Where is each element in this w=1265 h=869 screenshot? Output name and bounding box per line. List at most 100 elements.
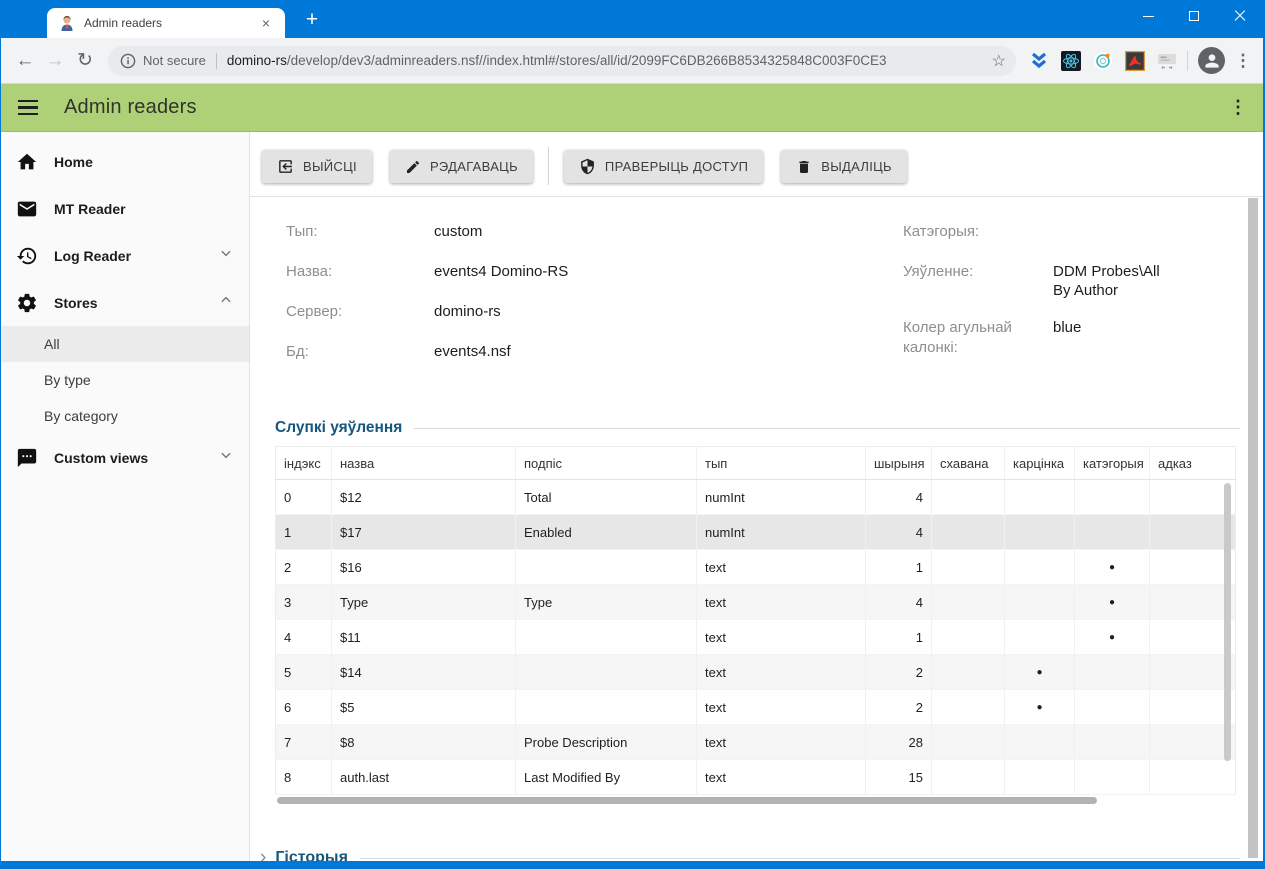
document-scroll-area: Тып: custom Назва: events4 Domino-RS Сер… (250, 197, 1265, 867)
info-icon[interactable] (120, 53, 136, 69)
reload-button[interactable]: ↻ (70, 46, 100, 76)
delete-button-label: ВЫДАЛІЦЬ (821, 159, 892, 174)
field-type: Тып: custom (286, 222, 868, 244)
sidebar-item-log-reader[interactable]: Log Reader (0, 232, 249, 279)
field-name: Назва: events4 Domino-RS (286, 262, 868, 284)
browser-tab[interactable]: Admin readers × (47, 8, 285, 38)
table-vertical-scrollbar[interactable] (1224, 483, 1231, 761)
url-path: /develop/dev3/adminreaders.nsf//index.ht… (286, 53, 887, 68)
table-row[interactable]: 3 Type Type text 4 ● (275, 584, 1236, 620)
maximize-button[interactable] (1171, 0, 1217, 32)
store-details: Тып: custom Назва: events4 Domino-RS Сер… (250, 222, 1265, 382)
col-header-index[interactable]: індэкс (275, 446, 332, 480)
section-divider (359, 857, 1240, 859)
table-row[interactable]: 0 $12 Total numInt 4 (275, 479, 1236, 515)
address-bar[interactable]: Not secure domino-rs/develop/dev3/adminr… (108, 45, 1016, 76)
table-horizontal-scrollbar[interactable] (275, 797, 1235, 805)
chevron-up-icon (219, 293, 233, 312)
sidebar-subitem-by-type[interactable]: By type (0, 362, 249, 398)
tab-title: Admin readers (84, 16, 163, 30)
browser-menu-icon[interactable]: ⋮ (1231, 51, 1255, 71)
table-row[interactable]: 4 $11 text 1 ● (275, 619, 1236, 655)
sidebar-item-label: Custom views (54, 449, 149, 466)
close-button[interactable] (1217, 0, 1263, 32)
sidebar-item-home[interactable]: Home (0, 138, 249, 185)
window-border (0, 861, 1265, 869)
table-row[interactable]: 6 $5 text 2 ● (275, 689, 1236, 725)
url-text[interactable]: domino-rs/develop/dev3/adminreaders.nsf/… (227, 53, 984, 68)
field-label: Бд: (286, 343, 309, 360)
table-row[interactable]: 2 $16 text 1 ● (275, 549, 1236, 585)
maximize-icon (1189, 11, 1199, 21)
extension-chevrons-icon[interactable] (1028, 50, 1049, 71)
mail-icon (15, 197, 39, 221)
page-vertical-scrollbar[interactable] (1248, 198, 1258, 858)
edit-button-label: РЭДАГАВАЦЬ (429, 159, 518, 174)
table-row[interactable]: 7 $8 Probe Description text 28 (275, 724, 1236, 760)
columns-section-title: Слупкі уяўлення (275, 419, 403, 436)
col-header-picture[interactable]: карцінка (1004, 446, 1075, 480)
field-label: Колер агульнай калонкі: (903, 319, 1012, 356)
table-row[interactable]: 5 $14 text 2 ● (275, 654, 1236, 690)
new-tab-button[interactable]: + (298, 7, 326, 35)
col-header-category[interactable]: катэгорыя (1074, 446, 1150, 480)
col-header-response[interactable]: адказ (1149, 446, 1236, 480)
check-access-button-label: ПРАВЕРЫЦЬ ДОСТУП (604, 159, 749, 174)
exit-button[interactable]: ВЫЙСЦІ (262, 150, 372, 183)
extension-orbit-icon[interactable] (1092, 50, 1113, 71)
field-shared-column-color: Колер агульнай калонкі: blue (903, 318, 1181, 358)
sidebar-item-mt-reader[interactable]: MT Reader (0, 185, 249, 232)
extension-disabled-icon[interactable] (1156, 50, 1177, 71)
bookmark-star-icon[interactable]: ☆ (992, 51, 1006, 71)
columns-table-wrapper: індэкс назва подпіс тып шырыня схавана к… (275, 446, 1236, 805)
delete-button[interactable]: ВЫДАЛІЦЬ (781, 150, 907, 183)
extension-acrobat-icon[interactable] (1124, 50, 1145, 71)
home-icon (15, 150, 39, 174)
field-view: Уяўленне: DDM Probes\All By Author (903, 262, 1181, 300)
back-button[interactable]: ← (10, 46, 40, 76)
extension-react-icon[interactable] (1060, 50, 1081, 71)
tab-close-icon[interactable]: × (257, 14, 275, 32)
sidebar-item-custom-views[interactable]: Custom views (0, 434, 249, 481)
check-access-button[interactable]: ПРАВЕРЫЦЬ ДОСТУП (563, 150, 764, 183)
col-header-width[interactable]: шырыня (865, 446, 932, 480)
profile-avatar[interactable] (1198, 47, 1225, 74)
scrollbar-thumb[interactable] (277, 797, 1097, 804)
app-overflow-menu-icon[interactable]: ⋮ (1229, 97, 1247, 118)
menu-hamburger-icon[interactable] (18, 99, 38, 116)
sidebar-item-stores[interactable]: Stores (0, 279, 249, 326)
col-header-hidden[interactable]: схавана (931, 446, 1005, 480)
page-title: Admin readers (64, 96, 197, 118)
chevron-down-icon (219, 448, 233, 467)
button-divider (547, 147, 549, 185)
field-label: Тып: (286, 223, 318, 240)
close-icon (1234, 10, 1246, 22)
table-row[interactable]: 1 $17 Enabled numInt 4 (275, 514, 1236, 550)
field-value: events4.nsf (434, 343, 511, 360)
sidebar: Home MT Reader Log Reader Stores All By … (0, 132, 250, 861)
tab-favicon-icon (61, 15, 73, 31)
field-label: Назва: (286, 263, 333, 280)
edit-button[interactable]: РЭДАГАВАЦЬ (389, 150, 533, 183)
field-value: custom (434, 223, 483, 240)
sidebar-subitem-by-category[interactable]: By category (0, 398, 249, 434)
exit-button-label: ВЫЙСЦІ (303, 159, 357, 174)
table-row[interactable]: 8 auth.last Last Modified By text 15 (275, 759, 1236, 795)
content-area: ВЫЙСЦІ РЭДАГАВАЦЬ ПРАВЕРЫЦЬ ДОСТУП ВЫДАЛ… (250, 132, 1265, 867)
field-label: Катэгорыя: (903, 223, 980, 240)
tab-strip: Admin readers × + (0, 0, 1265, 38)
toolbar-divider (1187, 50, 1188, 71)
forward-button[interactable]: → (40, 46, 70, 76)
section-divider (414, 427, 1240, 429)
col-header-name[interactable]: назва (331, 446, 516, 480)
col-header-caption[interactable]: подпіс (515, 446, 697, 480)
sidebar-item-label: Stores (54, 294, 98, 311)
minimize-button[interactable] (1125, 0, 1171, 32)
columns-table: індэкс назва подпіс тып шырыня схавана к… (275, 446, 1236, 795)
field-label: Сервер: (286, 303, 343, 320)
sidebar-item-label: Home (54, 153, 93, 170)
security-status[interactable]: Not secure (143, 53, 206, 68)
col-header-type[interactable]: тып (696, 446, 866, 480)
sidebar-subitem-all[interactable]: All (0, 326, 249, 362)
sidebar-item-label: MT Reader (54, 200, 126, 217)
